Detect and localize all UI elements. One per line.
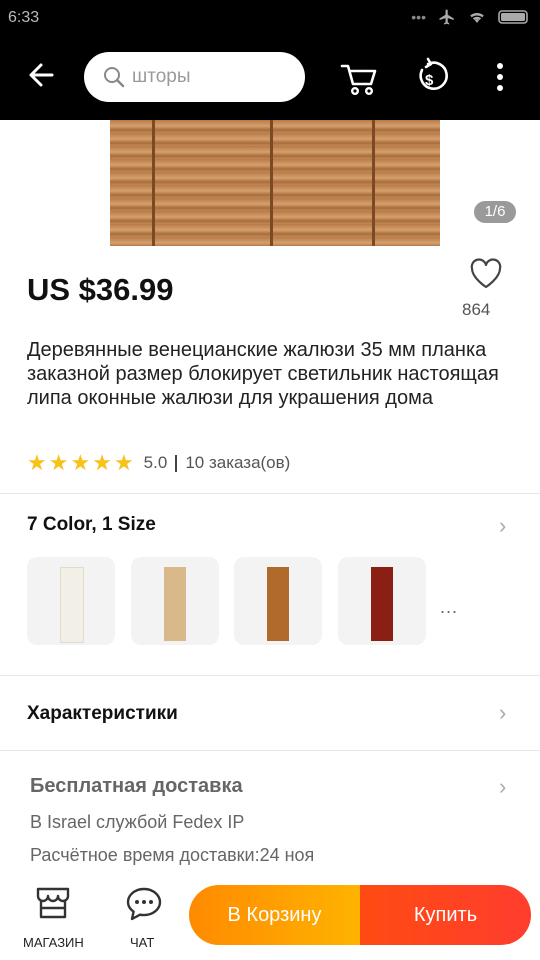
chat-label: ЧАТ: [130, 935, 155, 950]
back-button[interactable]: [26, 60, 60, 94]
currency-button[interactable]: $: [414, 56, 450, 103]
orders-count: 10 заказа(ов): [185, 453, 291, 472]
chevron-right-icon[interactable]: ›: [499, 774, 506, 800]
cart-button[interactable]: [339, 58, 379, 103]
favorite-button[interactable]: [468, 258, 504, 295]
variant-swatch[interactable]: [234, 557, 322, 645]
favorites-count: 864: [462, 300, 491, 319]
swatch-color: [267, 567, 289, 641]
store-label: МАГАЗИН: [23, 935, 84, 950]
search-placeholder: шторы: [132, 66, 191, 87]
variants-title[interactable]: 7 Color, 1 Size: [27, 514, 156, 536]
search-input[interactable]: шторы: [84, 52, 305, 102]
store-button[interactable]: МАГАЗИН: [20, 884, 86, 954]
more-options-button[interactable]: [495, 62, 505, 97]
rating-divider: [175, 454, 178, 472]
arrow-left-icon: [29, 63, 54, 87]
star-icon: ★: [113, 450, 134, 475]
wifi-icon: [470, 13, 484, 23]
more-variants-button[interactable]: ...: [440, 597, 458, 618]
battery-icon: [498, 10, 528, 24]
chevron-right-icon[interactable]: ›: [499, 513, 506, 539]
variant-swatch[interactable]: [27, 557, 115, 645]
specs-title[interactable]: Характеристики: [27, 703, 178, 725]
product-title: Деревянные венецианские жалюзи 35 мм пла…: [27, 339, 499, 409]
swatch-color: [164, 567, 186, 641]
heart-icon: [470, 258, 502, 289]
swatch-color: [371, 567, 393, 641]
variant-swatch[interactable]: [131, 557, 219, 645]
divider: [0, 675, 540, 676]
buy-now-button[interactable]: Купить: [360, 885, 531, 945]
status-icons: •••: [411, 8, 530, 26]
swatch-color: [60, 567, 84, 643]
shipping-method: В Israel службой Fedex IP: [30, 812, 245, 832]
svg-text:$: $: [425, 72, 434, 89]
divider: [0, 750, 540, 751]
search-icon: [104, 67, 125, 88]
more-vertical-icon: [497, 63, 503, 91]
star-icon: ★: [70, 450, 91, 475]
airplane-icon: [439, 9, 454, 25]
store-icon: [36, 887, 70, 919]
add-to-cart-button[interactable]: В Корзину: [189, 885, 360, 945]
star-icon: ★: [48, 450, 69, 475]
currency-exchange-icon: $: [419, 57, 448, 90]
signal-dots-icon: •••: [411, 9, 426, 25]
shipping-eta: Расчётное время доставки:24 ноя: [30, 845, 315, 865]
top-bar: шторы $: [0, 36, 540, 120]
product-image: [110, 120, 440, 246]
variant-swatch[interactable]: [338, 557, 426, 645]
gallery-pager: 1/6: [474, 201, 516, 223]
rating-score: 5.0: [143, 453, 168, 472]
status-time: 6:33: [8, 9, 40, 26]
cart-icon: [340, 64, 377, 96]
status-bar: 6:33 •••: [0, 0, 540, 36]
chevron-right-icon[interactable]: ›: [499, 700, 506, 726]
star-icon: ★: [27, 450, 47, 475]
product-gallery[interactable]: 1/6: [0, 120, 540, 248]
rating-row[interactable]: ★ ★ ★ ★ ★ 5.0 10 заказа(ов): [27, 451, 290, 475]
shipping-title[interactable]: Бесплатная доставка: [30, 775, 243, 798]
divider: [0, 493, 540, 494]
product-price: US $36.99: [27, 272, 174, 307]
chat-icon: [126, 887, 162, 921]
star-icon: ★: [92, 450, 112, 475]
purchase-actions: В Корзину Купить: [189, 885, 531, 945]
chat-button[interactable]: ЧАТ: [112, 884, 176, 954]
